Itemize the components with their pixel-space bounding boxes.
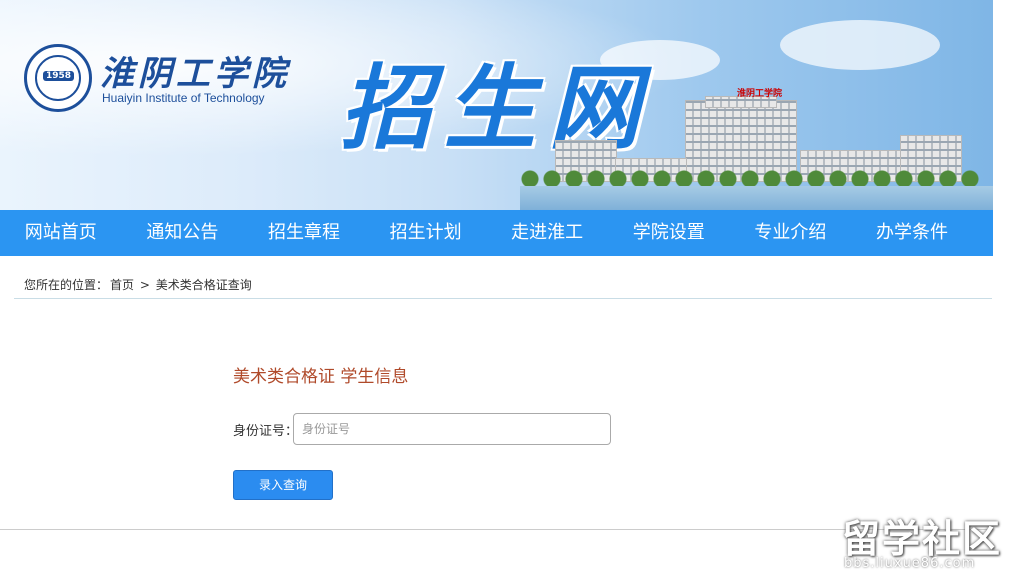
page-right-edge — [993, 0, 1010, 583]
nav-item-plan[interactable]: 招生计划 — [365, 210, 487, 256]
breadcrumb-separator: > — [139, 278, 150, 292]
college-name-cn: 淮阴工学院 — [100, 54, 290, 94]
site-watermark: 留学社区 bbs.liuxue86.com — [842, 508, 1010, 583]
building-sign: 淮阴工学院 — [737, 89, 783, 99]
breadcrumb-current: 美术类合格证查询 — [155, 278, 252, 292]
nav-item-about[interactable]: 走进淮工 — [486, 210, 608, 256]
breadcrumb: 您所在的位置： 首页 > 美术类合格证查询 — [24, 276, 254, 293]
nav-item-notices[interactable]: 通知公告 — [122, 210, 244, 256]
submit-query-button[interactable]: 录入查询 — [233, 470, 333, 500]
breadcrumb-prefix: 您所在的位置： — [24, 278, 109, 292]
nav-item-facilities[interactable]: 办学条件 — [851, 210, 973, 256]
nav-item-regulations[interactable]: 招生章程 — [243, 210, 365, 256]
id-number-label: 身份证号： — [233, 424, 299, 439]
breadcrumb-home-link[interactable]: 首页 — [110, 278, 134, 292]
college-name-en: Huaiyin Institute of Technology — [102, 91, 265, 105]
emblem-year: 1958 — [43, 71, 75, 81]
breadcrumb-divider — [14, 298, 992, 299]
main-nav: 网站首页 通知公告 招生章程 招生计划 走进淮工 学院设置 专业介绍 办学条件 — [0, 210, 993, 256]
college-emblem-icon: 1958 — [24, 44, 92, 112]
nav-item-home[interactable]: 网站首页 — [0, 210, 122, 256]
watermark-en: bbs.liuxue86.com — [844, 556, 976, 571]
nav-item-majors[interactable]: 专业介绍 — [730, 210, 852, 256]
lake — [520, 186, 993, 210]
form-title: 美术类合格证 学生信息 — [233, 367, 409, 387]
nav-item-departments[interactable]: 学院设置 — [608, 210, 730, 256]
header-banner: 1958 淮阴工学院 Huaiyin Institute of Technolo… — [0, 0, 993, 210]
tree-line — [520, 165, 980, 187]
cloud — [780, 20, 940, 70]
id-number-input[interactable] — [293, 413, 611, 445]
watermark-cn: 留学社区 — [842, 517, 1003, 561]
